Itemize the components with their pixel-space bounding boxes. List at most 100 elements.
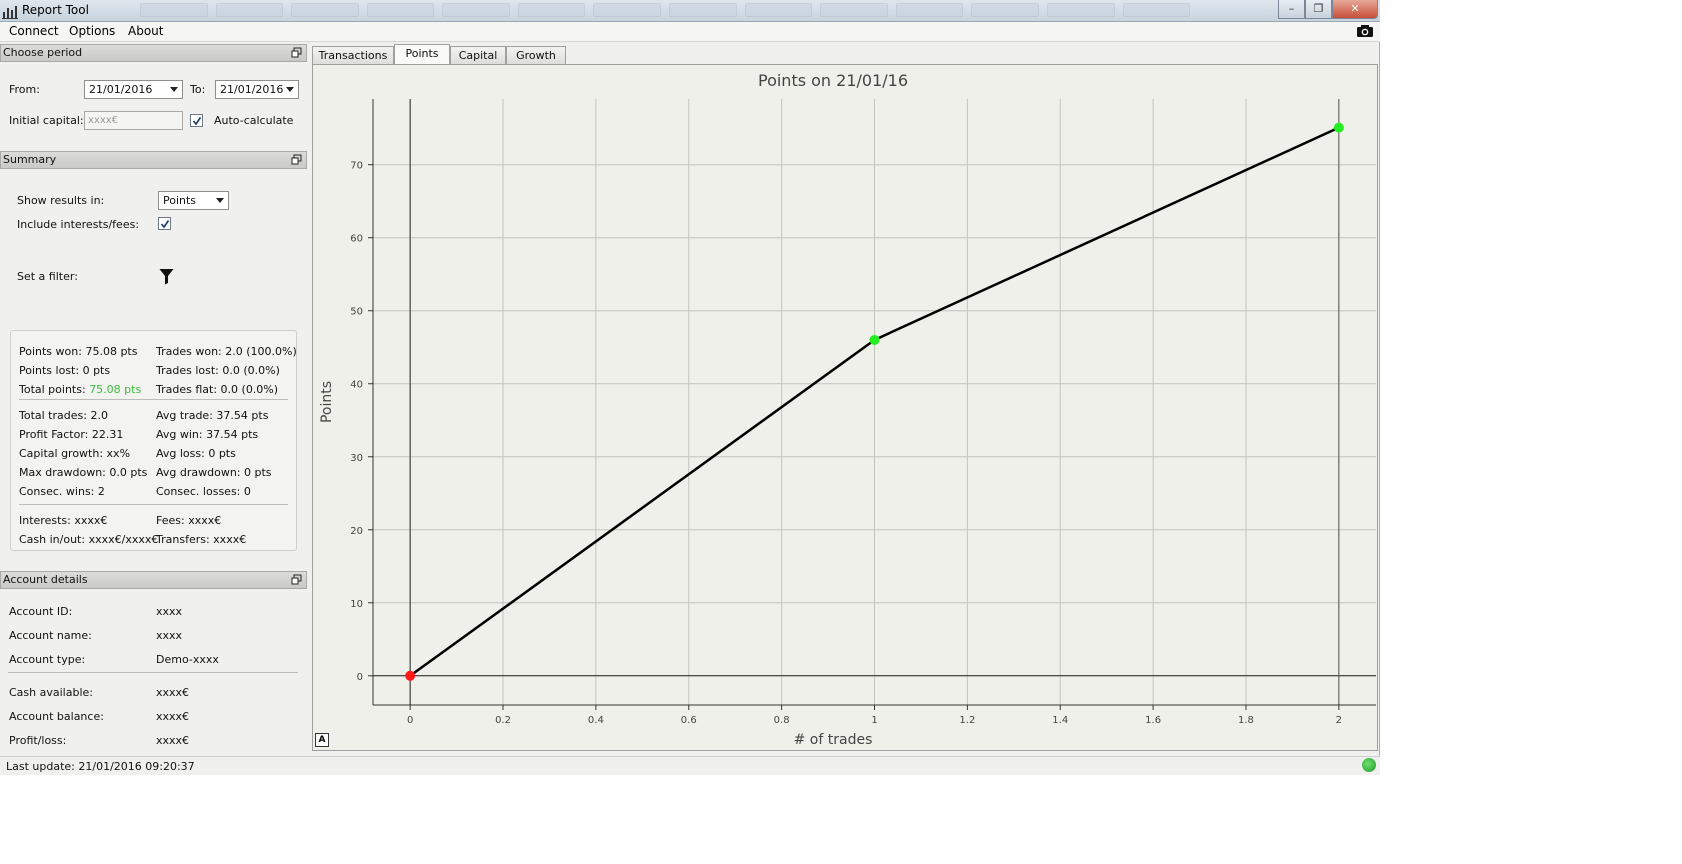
stat-value: 22.31 bbox=[91, 428, 124, 441]
stat-right-1: Trades lost: 0.0 (0.0%) bbox=[156, 364, 280, 377]
stat-left-1: Points lost: 0 pts bbox=[19, 364, 110, 377]
stat-label: Avg drawdown: bbox=[156, 466, 244, 479]
stat-right-2: Trades flat: 0.0 (0.0%) bbox=[156, 383, 278, 396]
stat-value: 0 bbox=[243, 485, 251, 498]
from-date-value: 21/01/2016 bbox=[89, 83, 153, 96]
y-tick-label: 10 bbox=[350, 599, 363, 610]
set-filter-label: Set a filter: bbox=[17, 270, 78, 283]
stat-value: xxxx€/xxxx€ bbox=[88, 533, 159, 546]
stat-label: Consec. wins: bbox=[19, 485, 98, 498]
include-interests-checkbox[interactable] bbox=[158, 217, 171, 230]
restore-button[interactable]: ❐ bbox=[1305, 0, 1332, 19]
stat-value: 0 pts bbox=[244, 466, 272, 479]
stat-right-5: Avg loss: 0 pts bbox=[156, 447, 236, 460]
account-field-label: Account balance: bbox=[9, 710, 104, 723]
auto-calculate-checkbox[interactable] bbox=[190, 114, 203, 127]
x-tick-label: 0 bbox=[407, 715, 413, 726]
stat-value: 2 bbox=[97, 485, 105, 498]
last-update-text: Last update: 21/01/2016 09:20:37 bbox=[6, 760, 195, 773]
y-tick-label: 70 bbox=[350, 161, 363, 172]
undock-icon[interactable] bbox=[291, 154, 302, 165]
from-label: From: bbox=[9, 83, 40, 96]
tab-capital[interactable]: Capital bbox=[450, 46, 506, 65]
tab-points[interactable]: Points bbox=[394, 44, 450, 66]
stat-left-7: Consec. wins: 2 bbox=[19, 485, 105, 498]
show-results-select[interactable]: Points bbox=[158, 191, 229, 210]
y-tick-label: 0 bbox=[357, 672, 363, 683]
points-chart[interactable]: 0 0.2 0.4 0.6 0.8 1 1.2 1.4 1.6 1.8 20102030405060… bbox=[313, 65, 1379, 752]
stat-right-6: Avg drawdown: 0 pts bbox=[156, 466, 272, 479]
checkmark-icon bbox=[160, 220, 170, 229]
initial-capital-placeholder: xxxx€ bbox=[88, 115, 119, 126]
camera-icon[interactable] bbox=[1356, 24, 1374, 38]
to-label: To: bbox=[190, 83, 206, 96]
total-points-value: 75.08 pts bbox=[89, 383, 142, 396]
stat-label: Avg trade: bbox=[156, 409, 217, 422]
menu-about[interactable]: About bbox=[128, 24, 163, 38]
chevron-down-icon bbox=[170, 87, 178, 92]
points-chart-panel: 0 0.2 0.4 0.6 0.8 1 1.2 1.4 1.6 1.8 2 0 10 20 30 40 50 60… bbox=[312, 64, 1378, 751]
stat-label: Points lost: bbox=[19, 364, 83, 377]
close-button[interactable]: ✕ bbox=[1332, 0, 1378, 19]
undock-icon[interactable] bbox=[291, 47, 302, 58]
x-tick-label: 1.6 bbox=[1145, 715, 1161, 726]
tab-growth[interactable]: Growth bbox=[506, 46, 566, 65]
stat-left-5: Capital growth: xx% bbox=[19, 447, 130, 460]
stat-label: Total trades: bbox=[19, 409, 91, 422]
checkmark-icon bbox=[192, 117, 202, 126]
chevron-down-icon bbox=[216, 198, 224, 203]
blurred-taskbar bbox=[140, 3, 1191, 19]
stat-value: 0 pts bbox=[208, 447, 236, 460]
x-tick-label: 1.4 bbox=[1052, 715, 1068, 726]
stat-label: Profit Factor: bbox=[19, 428, 92, 441]
status-bar: Last update: 21/01/2016 09:20:37 bbox=[0, 756, 1380, 775]
data-point-2 bbox=[1333, 122, 1344, 133]
from-date-picker[interactable]: 21/01/2016 bbox=[84, 80, 183, 99]
stat-value: 37.54 pts bbox=[206, 428, 259, 441]
separator bbox=[19, 399, 288, 400]
stat-value: xxxx€ bbox=[213, 533, 247, 546]
x-tick-label: 1 bbox=[871, 715, 877, 726]
stat-label: Avg loss: bbox=[156, 447, 209, 460]
account-field-label: Profit/loss: bbox=[9, 734, 67, 747]
stat-label: Consec. losses: bbox=[156, 485, 244, 498]
stat-left-4: Profit Factor: 22.31 bbox=[19, 428, 123, 441]
stat-right-9: Transfers: xxxx€ bbox=[156, 533, 246, 546]
account-details-header: Account details bbox=[0, 571, 307, 589]
stat-value: 0.0 (0.0%) bbox=[220, 383, 279, 396]
separator bbox=[19, 504, 288, 505]
title-bar: Report Tool – ❐ ✕ bbox=[0, 0, 1380, 22]
stat-right-4: Avg win: 37.54 pts bbox=[156, 428, 258, 441]
y-tick-label: 30 bbox=[350, 453, 363, 464]
filter-icon[interactable] bbox=[159, 268, 174, 285]
summary-title: Summary bbox=[3, 153, 57, 166]
stat-value: 37.54 pts bbox=[216, 409, 269, 422]
stat-value: 2.0 bbox=[90, 409, 108, 422]
summary-header: Summary bbox=[0, 151, 307, 169]
show-results-label: Show results in: bbox=[17, 194, 105, 207]
account-field-value: xxxx€ bbox=[156, 686, 190, 699]
y-tick-label: 40 bbox=[350, 380, 363, 391]
initial-capital-input[interactable]: xxxx€ bbox=[84, 111, 183, 130]
account-field-label: Cash available: bbox=[9, 686, 93, 699]
x-tick-label: 0.8 bbox=[774, 715, 790, 726]
stat-label: Trades flat: bbox=[156, 383, 221, 396]
stat-right-0: Trades won: 2.0 (100.0%) bbox=[156, 345, 297, 358]
account-field-value: xxxx€ bbox=[156, 710, 190, 723]
stat-value: 0 pts bbox=[82, 364, 111, 377]
summary-stats-box: Points won: 75.08 pts Points lost: 0 pts T… bbox=[10, 330, 297, 551]
menu-options[interactable]: Options bbox=[69, 24, 115, 38]
menu-connect[interactable]: Connect bbox=[9, 24, 59, 38]
stat-value: 2.0 (100.0%) bbox=[225, 345, 297, 358]
stat-label: Interests: bbox=[19, 514, 75, 527]
minimize-button[interactable]: – bbox=[1278, 0, 1305, 19]
to-date-picker[interactable]: 21/01/2016 bbox=[215, 80, 299, 99]
include-interests-label: Include interests/fees: bbox=[17, 218, 140, 231]
account-field-label: Account ID: bbox=[9, 605, 73, 618]
stat-label: Cash in/out: bbox=[19, 533, 89, 546]
autoscale-button[interactable]: A bbox=[315, 733, 329, 747]
stat-left-0: Points won: 75.08 pts bbox=[19, 345, 137, 358]
stat-value: xx% bbox=[106, 447, 131, 460]
undock-icon[interactable] bbox=[291, 574, 302, 585]
tab-transactions[interactable]: Transactions bbox=[312, 46, 394, 65]
